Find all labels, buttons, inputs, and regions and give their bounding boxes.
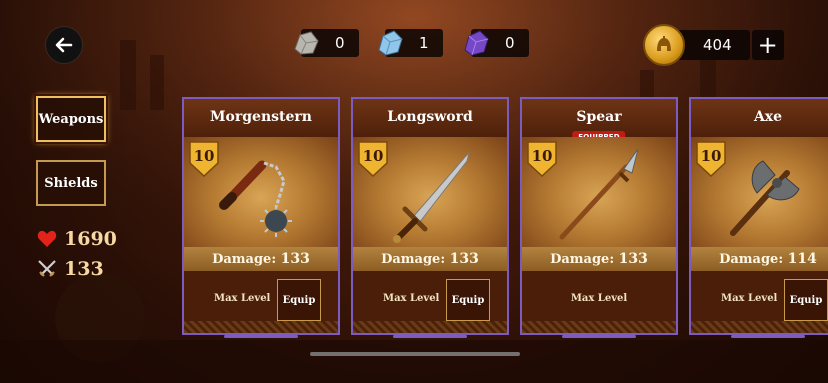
level-badge: 10 [696, 141, 726, 177]
svg-text:10: 10 [701, 147, 722, 165]
max-level-label: Max Level [214, 293, 271, 304]
max-level-label: Max Level [721, 293, 778, 304]
level-badge: 10 [189, 141, 219, 177]
level-badge: 10 [358, 141, 388, 177]
gold-counter: 404 + [643, 24, 784, 66]
equip-button[interactable]: Equip [784, 279, 828, 321]
weapon-name: Longsword [353, 99, 507, 137]
damage-value: 133 [618, 251, 648, 267]
damage-value: 133 [280, 251, 310, 267]
max-level-label: Max Level [383, 293, 440, 304]
damage-value: 133 [449, 251, 479, 267]
level-badge: 10 [527, 141, 557, 177]
crossed-swords-icon [36, 259, 58, 279]
heart-icon [36, 229, 58, 249]
weapon-card-morgenstern[interactable]: Morgenstern 10 Damage: 133 Max Level Equ… [182, 97, 340, 338]
resource-count: 1 [419, 34, 429, 52]
svg-text:10: 10 [532, 147, 553, 165]
health-stat: 1690 [36, 228, 117, 250]
horizontal-scrollbar[interactable] [310, 352, 520, 356]
attack-stat: 133 [36, 258, 104, 280]
add-gold-button[interactable]: + [751, 30, 784, 60]
weapon-name: Axe [691, 99, 828, 137]
weapon-card-longsword[interactable]: Longsword 10 Damage: 133 Max Level Equip [351, 97, 509, 338]
damage-row: Damage: 133 [522, 247, 676, 271]
resource-crystal: 1 [373, 29, 443, 57]
attack-value: 133 [64, 258, 104, 280]
max-level-label: Max Level [570, 293, 628, 304]
tab-shields[interactable]: Shields [36, 160, 106, 206]
damage-row: Damage: 133 [184, 247, 338, 271]
damage-row: Damage: 114 [691, 247, 828, 271]
back-button[interactable] [45, 26, 83, 64]
arrow-left-icon [55, 37, 73, 53]
crystal-ore-icon [373, 26, 407, 60]
weapon-card-axe[interactable]: Axe 10 Damage: 114 Max Level Equip [689, 97, 828, 338]
svg-text:10: 10 [194, 147, 215, 165]
resource-stone: 0 [289, 29, 359, 57]
svg-text:10: 10 [363, 147, 384, 165]
gold-helmet-coin-icon [643, 24, 685, 66]
equip-button[interactable]: Equip [277, 279, 321, 321]
stone-ore-icon [289, 26, 323, 60]
tab-weapons[interactable]: Weapons [36, 96, 106, 142]
damage-row: Damage: 133 [353, 247, 507, 271]
equip-button[interactable]: Equip [446, 279, 490, 321]
weapon-name: Morgenstern [184, 99, 338, 137]
health-value: 1690 [64, 228, 117, 250]
gold-amount: 404 [703, 36, 732, 54]
damage-value: 114 [787, 251, 817, 267]
resource-count: 0 [335, 34, 345, 52]
amethyst-ore-icon [459, 26, 493, 60]
weapon-card-spear[interactable]: Spear EQUIPPED 10 Damage: 133 Max Level [520, 97, 678, 338]
resource-count: 0 [505, 34, 515, 52]
resource-amethyst: 0 [459, 29, 529, 57]
